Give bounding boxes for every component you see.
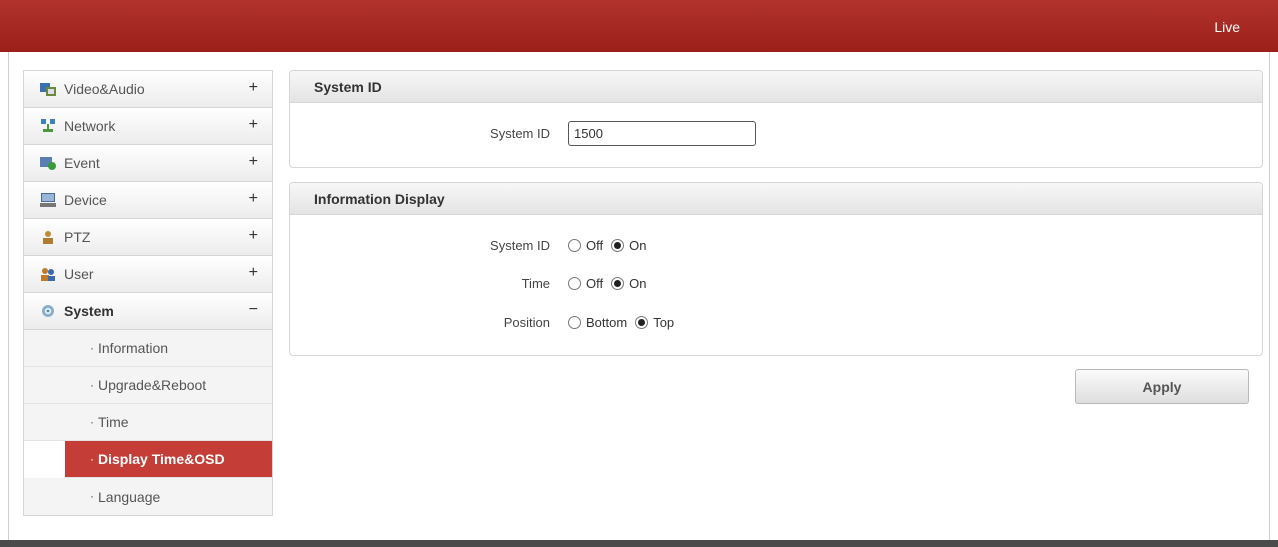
row-label: Position: [503, 314, 550, 330]
position-bottom-radio[interactable]: [568, 315, 581, 329]
bullet-icon: ·: [90, 415, 94, 429]
system-id-display-row: System ID Off On: [290, 234, 1262, 256]
radio-group: Off On: [568, 238, 654, 253]
expand-icon[interactable]: +: [249, 153, 258, 171]
event-icon: [40, 156, 56, 170]
sidebar-item-network[interactable]: Network +: [24, 108, 272, 145]
option-label: Bottom: [586, 314, 628, 330]
expand-icon[interactable]: +: [249, 264, 258, 282]
sidebar-item-event[interactable]: Event +: [24, 145, 272, 182]
option-label: Off: [586, 275, 604, 291]
bottom-bar: [0, 540, 1278, 547]
sidebar-item-device[interactable]: Device +: [24, 182, 272, 219]
radio-group: Off On: [568, 276, 654, 291]
bullet-icon: ·: [90, 341, 94, 355]
system-id-on-radio[interactable]: [611, 238, 625, 252]
sidebar-item-system[interactable]: System −: [24, 293, 272, 330]
sidebar-item-label: Event: [64, 155, 100, 171]
system-id-input[interactable]: [568, 120, 756, 146]
system-id-panel: System ID System ID: [289, 70, 1263, 168]
bullet-icon: ·: [90, 452, 94, 466]
ptz-icon: [40, 230, 56, 244]
sidebar-item-user[interactable]: User +: [24, 256, 272, 293]
expand-icon[interactable]: +: [249, 227, 258, 245]
time-on-radio[interactable]: [611, 276, 625, 290]
position-row: Position Bottom Top: [290, 311, 1262, 333]
sidebar-subitem-label: Upgrade&Reboot: [98, 377, 207, 393]
sidebar-subitem-label: Information: [98, 340, 169, 356]
sidebar-subitem-label: Language: [98, 488, 161, 505]
sidebar-subitem-label: Time: [98, 414, 129, 430]
radio-group: Bottom Top: [568, 315, 682, 330]
sidebar-item-ptz[interactable]: PTZ +: [24, 219, 272, 256]
expand-icon[interactable]: +: [249, 190, 258, 208]
position-top-radio[interactable]: [635, 315, 649, 329]
sidebar-item-label: System: [64, 303, 114, 319]
sidebar-subitem-language[interactable]: · Language: [24, 478, 272, 515]
option-label: Off: [586, 237, 604, 253]
panel-title: Information Display: [314, 190, 445, 207]
sidebar-item-label: PTZ: [64, 229, 91, 245]
sidebar-subitem-label: Display Time&OSD: [98, 451, 225, 467]
panel-header: Information Display: [290, 183, 1262, 215]
option-label: On: [629, 275, 647, 291]
bullet-icon: ·: [90, 489, 94, 503]
sidebar-subitem-display-time-osd[interactable]: · Display Time&OSD: [65, 441, 272, 478]
top-header-bar: Live: [0, 0, 1278, 52]
expand-icon[interactable]: +: [249, 116, 258, 134]
collapse-icon[interactable]: −: [249, 301, 258, 319]
live-link[interactable]: Live: [1214, 19, 1240, 35]
row-label: Time: [521, 275, 550, 291]
panel-title: System ID: [314, 78, 382, 95]
sidebar-subitem-information[interactable]: · Information: [24, 330, 272, 367]
system-icon: [40, 304, 56, 318]
sidebar-subitem-time[interactable]: · Time: [24, 404, 272, 441]
time-off-radio[interactable]: [568, 276, 581, 290]
system-id-row: System ID: [290, 120, 1262, 146]
row-label: System ID: [490, 237, 550, 253]
bullet-icon: ·: [90, 378, 94, 392]
sidebar-item-label: User: [64, 266, 94, 282]
sidebar-subitem-upgrade-reboot[interactable]: · Upgrade&Reboot: [24, 367, 272, 404]
sidebar-menu: Video&Audio + Network + Event + Device +…: [23, 70, 273, 516]
sidebar-item-label: Video&Audio: [64, 81, 145, 97]
system-id-controls: [568, 120, 756, 146]
video-audio-icon: [40, 82, 56, 96]
time-display-row: Time Off On: [290, 272, 1262, 294]
expand-icon[interactable]: +: [249, 79, 258, 97]
user-icon: [40, 267, 56, 281]
sidebar-item-label: Network: [64, 118, 116, 134]
sidebar-item-video-audio[interactable]: Video&Audio +: [24, 71, 272, 108]
system-id-label: System ID: [490, 125, 550, 141]
network-icon: [40, 119, 56, 133]
system-id-off-radio[interactable]: [568, 238, 581, 252]
option-label: On: [629, 237, 647, 253]
sidebar-item-label: Device: [64, 192, 107, 208]
device-icon: [40, 193, 56, 207]
apply-button[interactable]: Apply: [1075, 369, 1249, 404]
information-display-panel: Information Display System ID Off On Tim…: [289, 182, 1263, 356]
panel-header: System ID: [290, 71, 1262, 103]
option-label: Top: [653, 314, 675, 330]
